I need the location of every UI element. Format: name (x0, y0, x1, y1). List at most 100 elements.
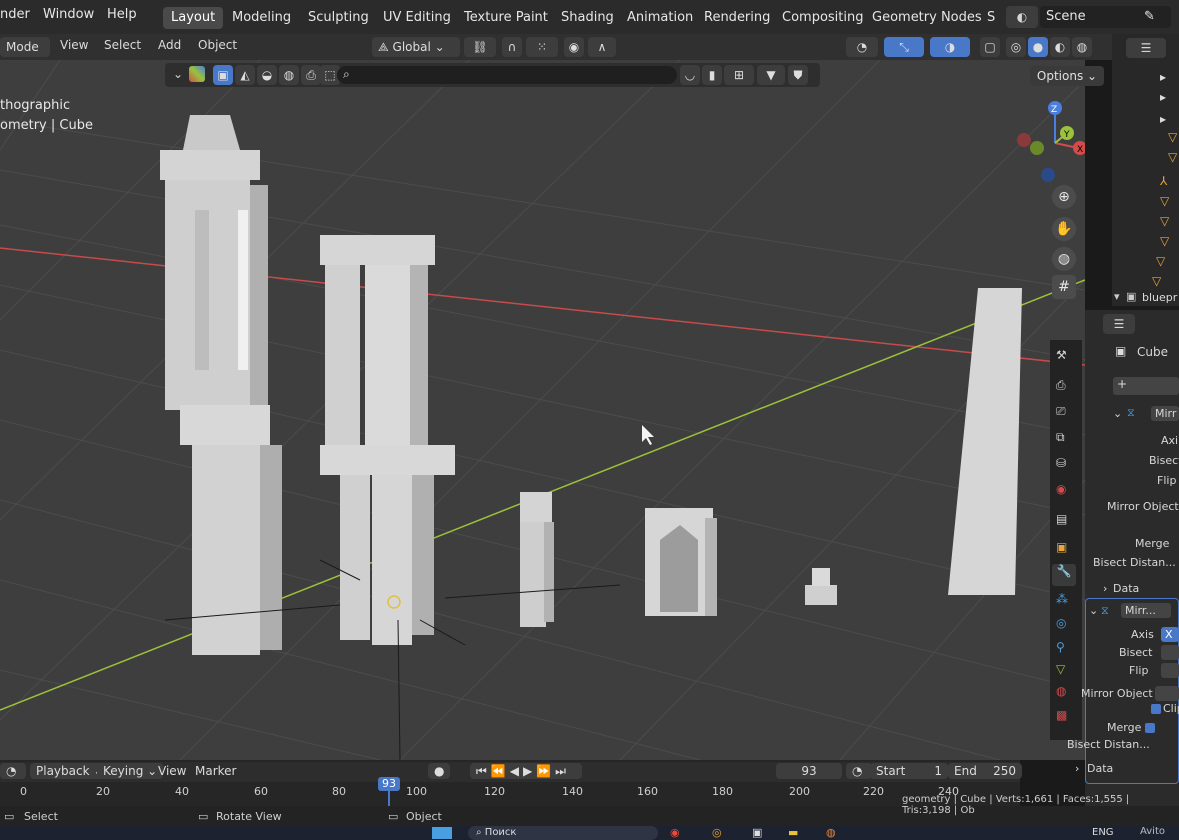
armature-icon[interactable]: ⅄ (1160, 174, 1167, 188)
transform-orientation-dropdown[interactable]: ⟁ Global ⌄ (372, 37, 460, 57)
modifier2-data-label[interactable]: Data (1087, 762, 1113, 775)
pivot-point-button[interactable]: ⛓ (464, 37, 496, 57)
snap-toggle[interactable]: ∩ (502, 37, 522, 57)
expand-arrow-icon[interactable]: ▸ (1160, 112, 1166, 126)
playback-controls[interactable]: ⏮⏪◀▶⏩⏭ (470, 763, 582, 779)
tab-shading[interactable]: Shading (553, 7, 622, 29)
tab-rendering[interactable]: Rendering (696, 7, 778, 29)
sort-button[interactable]: ◡ (680, 65, 700, 85)
outliner-item-blueprint[interactable]: bluepr (1142, 291, 1177, 304)
options-dropdown[interactable]: Options ⌄ (1030, 66, 1104, 86)
tab-uv-editing[interactable]: UV Editing (375, 7, 459, 29)
expand-arrow-icon[interactable]: ▸ (1160, 70, 1166, 84)
pillar-double[interactable] (320, 235, 455, 645)
render-tab-icon[interactable]: ⎙ (1056, 378, 1066, 393)
neg-y-handle[interactable] (1030, 141, 1044, 155)
neg-x-handle[interactable] (1017, 133, 1031, 147)
proportional-edit-toggle[interactable]: ◉ (564, 37, 584, 57)
properties-panel[interactable]: ☰ ▣ Cube + ⌄ ⧖ Mirr Axi Bisect Flip Mirr… (1067, 310, 1179, 806)
navigation-gizmo[interactable]: Z Y X (1010, 98, 1085, 188)
outliner-search-input[interactable]: ⌕ (337, 66, 677, 84)
tab-compositing[interactable]: Compositing (774, 7, 872, 29)
mesh-data-icon[interactable]: ▽ (1160, 214, 1169, 228)
modifier1-data-label[interactable]: Data (1113, 582, 1139, 595)
add-modifier-button[interactable]: + (1113, 377, 1179, 395)
menu-object[interactable]: Object (198, 38, 237, 52)
menu-help[interactable]: Help (107, 7, 137, 22)
shading-wireframe[interactable]: ◎ (1006, 37, 1026, 57)
falloff-button[interactable]: ∧ (588, 37, 616, 57)
arch-doorway[interactable] (645, 508, 717, 616)
language-indicator[interactable]: ENG (1092, 827, 1114, 838)
folder-icon[interactable]: ▬ (788, 826, 798, 839)
camera-view-button[interactable]: ◍ (1052, 247, 1076, 271)
scene-tab-icon[interactable]: ⛁ (1056, 456, 1066, 470)
pan-button[interactable]: ✋ (1052, 217, 1076, 241)
filter-button[interactable]: ▼ (757, 65, 785, 85)
hierarchy-button[interactable]: ⊞ (724, 65, 754, 85)
app-icon[interactable]: ▣ (752, 826, 762, 839)
mode-dropdown[interactable]: Mode ⌄ (0, 37, 50, 74)
modifier2-mirror-object-field[interactable] (1155, 686, 1179, 701)
modifier2-clip-checkbox[interactable] (1151, 704, 1161, 714)
timeline-view-menu[interactable]: View (158, 764, 186, 778)
current-frame-field[interactable]: 93 (776, 763, 842, 779)
preview-range-toggle[interactable]: ◔ (846, 763, 872, 779)
bookmark-button[interactable]: ▮ (702, 65, 722, 85)
material-tab-icon[interactable]: ◍ (1056, 684, 1066, 698)
gizmo-toggle[interactable]: ⤡ (884, 37, 924, 57)
menu-select[interactable]: Select (104, 38, 141, 52)
data-tab-icon[interactable]: ▽ (1056, 662, 1065, 676)
filter-mesh[interactable]: ◭ (235, 65, 255, 85)
expand-arrow-icon[interactable]: › (1103, 582, 1107, 595)
mesh-data-icon[interactable]: ▽ (1168, 150, 1177, 164)
shading-material[interactable]: ◐ (1050, 37, 1070, 57)
pillar-tall-left[interactable] (160, 115, 282, 655)
modifier2-name-field[interactable]: Mirr... (1121, 603, 1171, 618)
record-toggle[interactable]: ● (428, 763, 451, 779)
pin-icon[interactable]: ✎ (1144, 6, 1155, 28)
expand-arrow-icon[interactable]: ▸ (1160, 90, 1166, 104)
timeline-marker-menu[interactable]: Marker (195, 764, 236, 778)
menu-window[interactable]: Window (43, 7, 94, 22)
tab-geometry-nodes[interactable]: Geometry Nodes (864, 7, 990, 29)
mesh-data-icon[interactable]: ▽ (1156, 254, 1165, 268)
mesh-data-icon[interactable]: ▽ (1160, 234, 1169, 248)
object-tab-icon[interactable]: ▣ (1056, 540, 1067, 554)
world-tab-icon[interactable]: ◉ (1056, 482, 1066, 496)
filter-camera[interactable]: ⎙ (301, 65, 321, 85)
blender-icon[interactable]: ◍ (826, 826, 836, 839)
shading-rendered[interactable]: ◍ (1072, 37, 1092, 57)
menu-view[interactable]: View (60, 38, 88, 52)
tab-sculpting[interactable]: Sculpting (300, 7, 377, 29)
keying-menu[interactable]: Keying ⌄ (97, 763, 164, 779)
modifier2-merge-checkbox[interactable] (1145, 723, 1155, 733)
crown-ornament[interactable] (805, 568, 837, 605)
expand-arrow-icon[interactable]: › (1075, 762, 1079, 775)
xray-toggle[interactable]: ▢ (980, 37, 1000, 57)
taskbar-search-input[interactable]: ⌕ Поиск (468, 826, 658, 840)
3d-viewport[interactable]: thographic ometry | Cube Z Y X ⊕ ✋ ◍ # (0, 60, 1085, 760)
browser-icon[interactable]: ◎ (712, 826, 722, 839)
physics-tab-icon[interactable]: ◎ (1056, 616, 1066, 630)
menu-render[interactable]: nder (0, 7, 30, 22)
properties-editor-button[interactable]: ☰ (1103, 314, 1135, 334)
start-frame-field[interactable]: Start 1 (870, 763, 948, 779)
chrome-icon[interactable]: ◉ (670, 826, 680, 839)
outliner-panel[interactable]: ☰ ▸ ▸ ▸ ▽ ▽ ⅄ ▽ ▽ ▽ ▽ ▽ ▾ ▣ bluepr (1112, 34, 1179, 306)
object-type-icon[interactable] (189, 66, 205, 82)
output-tab-icon[interactable]: ⎚ (1056, 404, 1066, 419)
editor-type-button[interactable]: ☰ (1126, 38, 1166, 58)
tab-texture-paint[interactable]: Texture Paint (456, 7, 556, 29)
scene-name-field[interactable]: Scene ✎ (1040, 6, 1171, 28)
mesh-data-icon[interactable]: ▽ (1152, 274, 1161, 288)
filter-light[interactable]: ◒ (257, 65, 277, 85)
chevron-down-icon[interactable]: ⌄ (173, 67, 183, 81)
timeline-editor-button[interactable]: ◔ (0, 763, 26, 779)
scene-selector-button[interactable]: ◐ (1006, 6, 1038, 28)
snap-target-button[interactable]: ⁙ (526, 37, 558, 57)
collapse-arrow-icon[interactable]: ⌄ (1089, 604, 1098, 617)
modifier2-bisect-x-toggle[interactable] (1161, 645, 1179, 660)
shading-solid[interactable]: ● (1028, 37, 1048, 57)
view-layer-tab-icon[interactable]: ⧉ (1056, 430, 1065, 445)
